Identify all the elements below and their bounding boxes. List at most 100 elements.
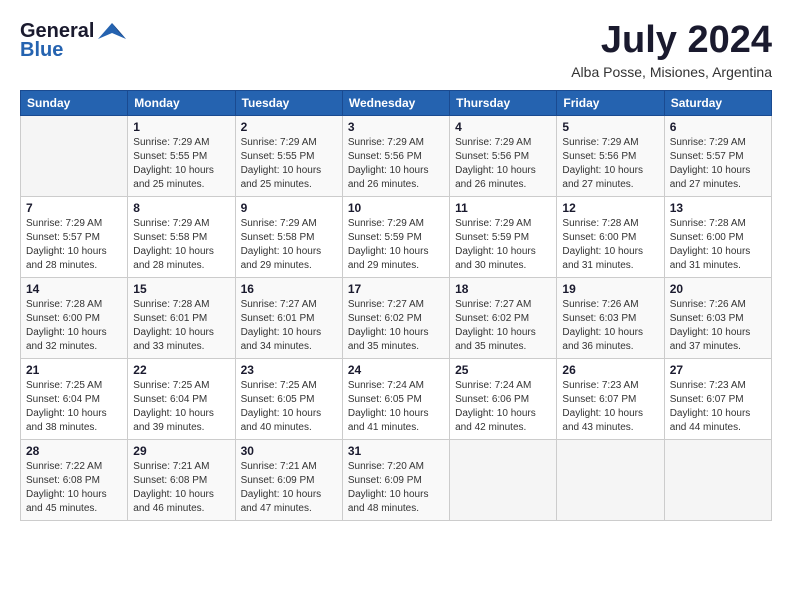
calendar-week-row: 7 Sunrise: 7:29 AM Sunset: 5:57 PM Daylig… <box>21 196 772 277</box>
calendar-cell: 29 Sunrise: 7:21 AM Sunset: 6:08 PM Dayli… <box>128 439 235 520</box>
day-info: Sunrise: 7:24 AM Sunset: 6:06 PM Dayligh… <box>455 379 551 435</box>
day-number: 23 <box>241 363 337 377</box>
calendar-cell: 30 Sunrise: 7:21 AM Sunset: 6:09 PM Dayli… <box>235 439 342 520</box>
day-info: Sunrise: 7:29 AM Sunset: 5:57 PM Dayligh… <box>26 217 122 273</box>
calendar-day-header: Thursday <box>450 90 557 115</box>
calendar-cell: 22 Sunrise: 7:25 AM Sunset: 6:04 PM Dayli… <box>128 358 235 439</box>
calendar-day-header: Monday <box>128 90 235 115</box>
day-info: Sunrise: 7:27 AM Sunset: 6:01 PM Dayligh… <box>241 298 337 354</box>
calendar-cell: 11Sunrise: 7:29 AM Sunset: 5:59 PM Dayli… <box>450 196 557 277</box>
day-info: Sunrise: 7:20 AM Sunset: 6:09 PM Dayligh… <box>348 460 444 516</box>
day-info: Sunrise: 7:29 AM Sunset: 5:56 PM Dayligh… <box>348 136 444 192</box>
calendar-cell: 10 Sunrise: 7:29 AM Sunset: 5:59 PM Dayli… <box>342 196 449 277</box>
day-number: 30 <box>241 444 337 458</box>
day-number: 4 <box>455 120 551 134</box>
day-number: 18 <box>455 282 551 296</box>
day-info: Sunrise: 7:29 AM Sunset: 5:56 PM Dayligh… <box>455 136 551 192</box>
calendar-cell: 14 Sunrise: 7:28 AM Sunset: 6:00 PM Dayli… <box>21 277 128 358</box>
calendar-cell: 5 Sunrise: 7:29 AM Sunset: 5:56 PM Daylig… <box>557 115 664 196</box>
day-number: 2 <box>241 120 337 134</box>
day-info: Sunrise: 7:23 AM Sunset: 6:07 PM Dayligh… <box>670 379 766 435</box>
day-number: 13 <box>670 201 766 215</box>
calendar-cell: 8 Sunrise: 7:29 AM Sunset: 5:58 PM Daylig… <box>128 196 235 277</box>
day-number: 9 <box>241 201 337 215</box>
day-number: 14 <box>26 282 122 296</box>
page-header: General Blue July 2024 Alba Posse, Misio… <box>20 20 772 80</box>
day-info: Sunrise: 7:24 AM Sunset: 6:05 PM Dayligh… <box>348 379 444 435</box>
day-number: 16 <box>241 282 337 296</box>
day-number: 31 <box>348 444 444 458</box>
day-number: 10 <box>348 201 444 215</box>
calendar-cell: 4 Sunrise: 7:29 AM Sunset: 5:56 PM Daylig… <box>450 115 557 196</box>
day-number: 15 <box>133 282 229 296</box>
logo-blue-text: Blue <box>20 39 63 62</box>
calendar-cell: 3Sunrise: 7:29 AM Sunset: 5:56 PM Daylig… <box>342 115 449 196</box>
calendar-cell: 15 Sunrise: 7:28 AM Sunset: 6:01 PM Dayli… <box>128 277 235 358</box>
day-number: 20 <box>670 282 766 296</box>
calendar-week-row: 14 Sunrise: 7:28 AM Sunset: 6:00 PM Dayli… <box>21 277 772 358</box>
calendar-day-header: Sunday <box>21 90 128 115</box>
day-info: Sunrise: 7:25 AM Sunset: 6:05 PM Dayligh… <box>241 379 337 435</box>
calendar-cell <box>664 439 771 520</box>
day-number: 7 <box>26 201 122 215</box>
day-info: Sunrise: 7:29 AM Sunset: 5:55 PM Dayligh… <box>241 136 337 192</box>
calendar-cell: 1 Sunrise: 7:29 AM Sunset: 5:55 PM Daylig… <box>128 115 235 196</box>
calendar-cell: 31 Sunrise: 7:20 AM Sunset: 6:09 PM Dayli… <box>342 439 449 520</box>
day-info: Sunrise: 7:26 AM Sunset: 6:03 PM Dayligh… <box>670 298 766 354</box>
day-number: 29 <box>133 444 229 458</box>
day-info: Sunrise: 7:29 AM Sunset: 5:58 PM Dayligh… <box>133 217 229 273</box>
calendar-cell: 26 Sunrise: 7:23 AM Sunset: 6:07 PM Dayli… <box>557 358 664 439</box>
day-info: Sunrise: 7:29 AM Sunset: 5:57 PM Dayligh… <box>670 136 766 192</box>
calendar-cell: 28Sunrise: 7:22 AM Sunset: 6:08 PM Dayli… <box>21 439 128 520</box>
calendar-cell: 6 Sunrise: 7:29 AM Sunset: 5:57 PM Daylig… <box>664 115 771 196</box>
day-info: Sunrise: 7:29 AM Sunset: 5:59 PM Dayligh… <box>348 217 444 273</box>
calendar-day-header: Wednesday <box>342 90 449 115</box>
day-info: Sunrise: 7:23 AM Sunset: 6:07 PM Dayligh… <box>562 379 658 435</box>
day-number: 6 <box>670 120 766 134</box>
calendar-day-header: Friday <box>557 90 664 115</box>
day-number: 26 <box>562 363 658 377</box>
calendar-week-row: 1 Sunrise: 7:29 AM Sunset: 5:55 PM Daylig… <box>21 115 772 196</box>
calendar-week-row: 21 Sunrise: 7:25 AM Sunset: 6:04 PM Dayli… <box>21 358 772 439</box>
day-info: Sunrise: 7:21 AM Sunset: 6:09 PM Dayligh… <box>241 460 337 516</box>
day-number: 1 <box>133 120 229 134</box>
day-number: 25 <box>455 363 551 377</box>
month-year-title: July 2024 <box>571 20 772 62</box>
day-number: 11 <box>455 201 551 215</box>
day-number: 22 <box>133 363 229 377</box>
calendar-table: SundayMondayTuesdayWednesdayThursdayFrid… <box>20 90 772 521</box>
day-info: Sunrise: 7:29 AM Sunset: 5:55 PM Dayligh… <box>133 136 229 192</box>
day-number: 27 <box>670 363 766 377</box>
calendar-cell: 12 Sunrise: 7:28 AM Sunset: 6:00 PM Dayli… <box>557 196 664 277</box>
calendar-week-row: 28Sunrise: 7:22 AM Sunset: 6:08 PM Dayli… <box>21 439 772 520</box>
day-info: Sunrise: 7:29 AM Sunset: 5:58 PM Dayligh… <box>241 217 337 273</box>
title-block: July 2024 Alba Posse, Misiones, Argentin… <box>571 20 772 80</box>
day-info: Sunrise: 7:29 AM Sunset: 5:56 PM Dayligh… <box>562 136 658 192</box>
day-number: 21 <box>26 363 122 377</box>
day-number: 12 <box>562 201 658 215</box>
logo-bird-icon <box>98 21 126 43</box>
calendar-cell: 27 Sunrise: 7:23 AM Sunset: 6:07 PM Dayli… <box>664 358 771 439</box>
day-info: Sunrise: 7:22 AM Sunset: 6:08 PM Dayligh… <box>26 460 122 516</box>
calendar-cell <box>450 439 557 520</box>
day-number: 17 <box>348 282 444 296</box>
calendar-cell: 13 Sunrise: 7:28 AM Sunset: 6:00 PM Dayli… <box>664 196 771 277</box>
calendar-cell <box>557 439 664 520</box>
day-number: 24 <box>348 363 444 377</box>
calendar-cell: 24 Sunrise: 7:24 AM Sunset: 6:05 PM Dayli… <box>342 358 449 439</box>
day-info: Sunrise: 7:28 AM Sunset: 6:00 PM Dayligh… <box>562 217 658 273</box>
day-info: Sunrise: 7:21 AM Sunset: 6:08 PM Dayligh… <box>133 460 229 516</box>
day-info: Sunrise: 7:28 AM Sunset: 6:01 PM Dayligh… <box>133 298 229 354</box>
day-number: 8 <box>133 201 229 215</box>
calendar-cell: 16 Sunrise: 7:27 AM Sunset: 6:01 PM Dayli… <box>235 277 342 358</box>
calendar-cell <box>21 115 128 196</box>
day-info: Sunrise: 7:28 AM Sunset: 6:00 PM Dayligh… <box>26 298 122 354</box>
day-info: Sunrise: 7:26 AM Sunset: 6:03 PM Dayligh… <box>562 298 658 354</box>
calendar-cell: 2 Sunrise: 7:29 AM Sunset: 5:55 PM Daylig… <box>235 115 342 196</box>
calendar-cell: 7 Sunrise: 7:29 AM Sunset: 5:57 PM Daylig… <box>21 196 128 277</box>
day-info: Sunrise: 7:25 AM Sunset: 6:04 PM Dayligh… <box>133 379 229 435</box>
day-number: 5 <box>562 120 658 134</box>
calendar-cell: 17Sunrise: 7:27 AM Sunset: 6:02 PM Dayli… <box>342 277 449 358</box>
day-number: 19 <box>562 282 658 296</box>
day-info: Sunrise: 7:28 AM Sunset: 6:00 PM Dayligh… <box>670 217 766 273</box>
